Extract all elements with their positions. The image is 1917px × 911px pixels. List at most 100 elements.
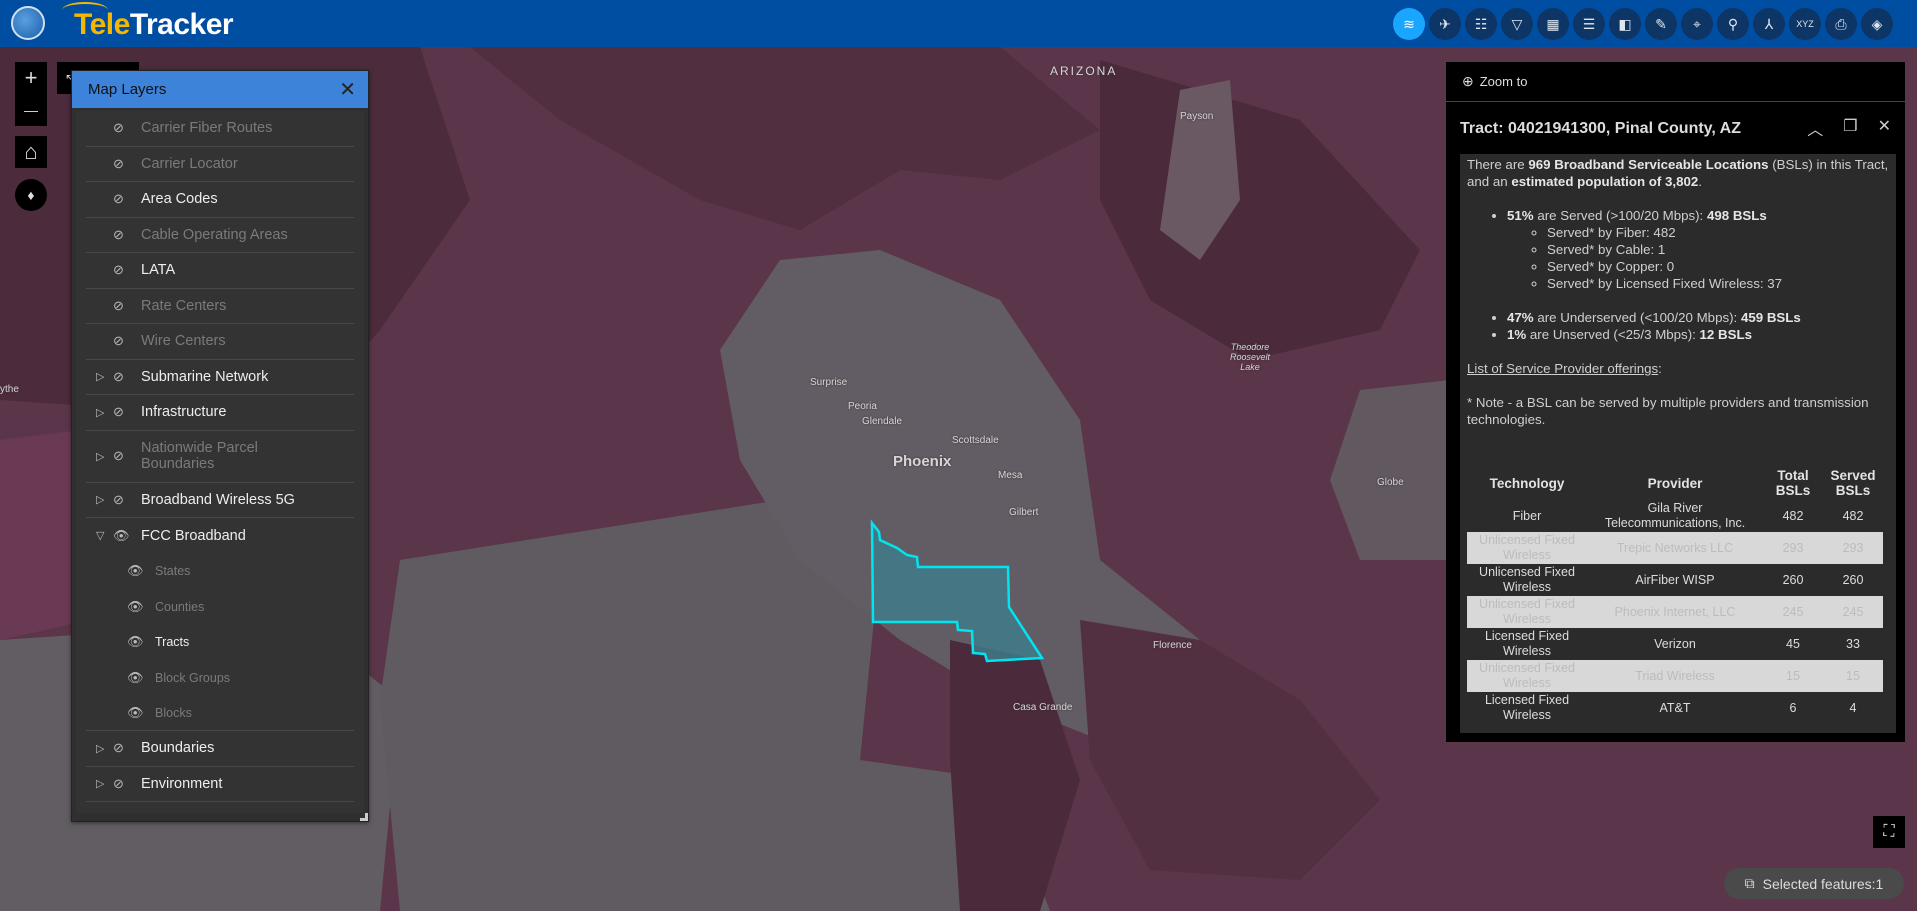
- search-tool-button[interactable]: ⚲: [1717, 8, 1749, 40]
- table-row: Licensed Fixed Wireless Verizon 45 33: [1467, 628, 1883, 660]
- fullscreen-button[interactable]: ⛶: [1873, 816, 1905, 848]
- table-tool-button[interactable]: ▦: [1537, 8, 1569, 40]
- layer-item[interactable]: ⊘ Area Codes: [86, 182, 354, 218]
- print-tool-button[interactable]: ⎙: [1825, 8, 1857, 40]
- column-header: Technology: [1489, 475, 1565, 491]
- layers-tool-button[interactable]: ≋: [1393, 8, 1425, 40]
- zoom-out-button[interactable]: —: [15, 94, 47, 126]
- eye-icon[interactable]: 👁: [127, 670, 155, 686]
- query-tool-button[interactable]: ☷: [1465, 8, 1497, 40]
- layer-item[interactable]: 👁 Tracts: [86, 625, 354, 661]
- eye-icon[interactable]: 👁: [127, 634, 155, 650]
- collapse-triangle-icon[interactable]: ▽: [96, 529, 110, 542]
- compass-button[interactable]: ♦: [15, 179, 47, 211]
- underserved-stat: 47% are Underserved (<100/20 Mbps): 459 …: [1507, 309, 1889, 326]
- coordinate-axes-icon: ⅄: [1764, 15, 1774, 32]
- eye-off-icon[interactable]: ⊘: [113, 262, 141, 278]
- layer-item[interactable]: ⊘ Rate Centers: [86, 289, 354, 324]
- served-by-item: Served* by Fiber: 482: [1547, 224, 1889, 241]
- expand-triangle-icon[interactable]: ▷: [96, 406, 110, 419]
- eye-off-icon[interactable]: ⊘: [113, 369, 141, 385]
- layer-item[interactable]: ⊘ Cable Operating Areas: [86, 218, 354, 253]
- eye-off-icon[interactable]: ⊘: [113, 120, 141, 136]
- table-cell: 33: [1846, 636, 1860, 651]
- eye-off-icon[interactable]: ⊘: [113, 227, 141, 243]
- expand-triangle-icon[interactable]: ▷: [96, 742, 110, 755]
- legend-list-tool-button[interactable]: ☰: [1573, 8, 1605, 40]
- zoom-to-button[interactable]: ⊕ Zoom to: [1446, 62, 1905, 102]
- eye-off-icon[interactable]: ⊘: [113, 156, 141, 172]
- close-icon[interactable]: ✕: [339, 77, 356, 102]
- location-pin-icon: ⌖: [1693, 15, 1701, 32]
- layer-label: LATA: [141, 262, 176, 279]
- layer-item[interactable]: 👁 Counties: [86, 589, 354, 625]
- filter-tool-button[interactable]: ▽: [1501, 8, 1533, 40]
- eye-icon[interactable]: 👁: [127, 705, 155, 721]
- layer-item[interactable]: ▽ 👁 FCC Broadband: [86, 518, 354, 554]
- eye-off-icon[interactable]: ⊘: [113, 740, 141, 756]
- draw-palette-tool-button[interactable]: ✎: [1645, 8, 1677, 40]
- location-pin-tool-button[interactable]: ⌖: [1681, 8, 1713, 40]
- app-logo[interactable]: TeleTracker: [74, 8, 234, 42]
- directions-tool-button[interactable]: ◈: [1861, 8, 1893, 40]
- eye-off-icon[interactable]: ⊘: [113, 492, 141, 508]
- expand-triangle-icon[interactable]: ▷: [96, 493, 110, 506]
- coordinate-axes-tool-button[interactable]: ⅄: [1753, 8, 1785, 40]
- layer-item[interactable]: ▷ ⊘ Submarine Network: [86, 360, 354, 395]
- eye-icon[interactable]: 👁: [113, 528, 141, 544]
- eye-icon[interactable]: 👁: [127, 599, 155, 615]
- collapse-chevron-up-icon[interactable]: ︿: [1807, 116, 1823, 140]
- eye-off-icon[interactable]: ⊘: [113, 191, 141, 207]
- unserved-stat: 1% are Unserved (<25/3 Mbps): 12 BSLs: [1507, 326, 1889, 343]
- layer-item[interactable]: ⊘ Carrier Locator: [86, 147, 354, 182]
- layer-item[interactable]: ⊘ LATA: [86, 253, 354, 289]
- provider-offerings-link[interactable]: List of Service Provider offerings: [1467, 361, 1658, 376]
- layer-item[interactable]: ▷ ⊘ Infrastructure: [86, 395, 354, 431]
- zoom-in-button[interactable]: +: [15, 62, 47, 94]
- eye-off-icon[interactable]: ⊘: [113, 404, 141, 420]
- bookmark-tool-button[interactable]: ◧: [1609, 8, 1641, 40]
- directions-icon: ◈: [1871, 15, 1883, 32]
- eye-off-icon[interactable]: ⊘: [113, 448, 141, 464]
- table-row: Unlicensed Fixed Wireless Trepic Networks…: [1467, 532, 1883, 564]
- layers-icon: ≋: [1403, 15, 1415, 32]
- layer-item[interactable]: 👁 States: [86, 554, 354, 590]
- layer-item[interactable]: ▷ ⊘ Boundaries: [86, 731, 354, 767]
- layer-label: Infrastructure: [141, 404, 227, 421]
- table-cell: 15: [1763, 660, 1823, 692]
- xyz-coordinate-icon: XYZ: [1796, 19, 1814, 29]
- gps-tracking-tool-button[interactable]: ✈: [1429, 8, 1461, 40]
- layer-item[interactable]: 👁 Blocks: [86, 696, 354, 731]
- selected-features-button[interactable]: ⧉ Selected features:1: [1724, 868, 1904, 899]
- layer-list: ⊘ Carrier Fiber Routes ⊘ Carrier Locator ⊘ Ar…: [76, 111, 364, 813]
- eye-off-icon[interactable]: ⊘: [113, 776, 141, 792]
- resize-handle[interactable]: [360, 813, 368, 821]
- map-label-city: Surprise: [810, 377, 848, 388]
- xyz-coordinate-tool-button[interactable]: XYZ: [1789, 8, 1821, 40]
- table-row: Unlicensed Fixed Wireless Phoenix Interne…: [1467, 596, 1883, 628]
- layer-item[interactable]: ⊘ Wire Centers: [86, 324, 354, 360]
- eye-icon[interactable]: 👁: [127, 563, 155, 579]
- legend-list-icon: ☰: [1582, 15, 1596, 32]
- table-cell: Triad Wireless: [1587, 660, 1763, 692]
- layer-item[interactable]: ▷ ⊘ Nationwide Parcel Boundaries: [86, 431, 354, 483]
- layer-item[interactable]: ▷ ⊘ Broadband Wireless 5G: [86, 483, 354, 518]
- layer-item[interactable]: 👁 Block Groups: [86, 660, 354, 696]
- layer-item[interactable]: ▷ ⊘ Environment: [86, 767, 354, 802]
- home-button[interactable]: ⌂: [15, 136, 47, 168]
- close-icon[interactable]: ✕: [1878, 116, 1891, 140]
- map-layers-panel: Map Layers ✕ ⊘ Carrier Fiber Routes ⊘ Carri…: [71, 70, 369, 822]
- layer-label: FCC Broadband: [141, 527, 246, 544]
- table-cell: 45: [1786, 636, 1800, 651]
- app-header: TeleTracker ≋ ✈ ☷ ▽ ▦ ☰ ◧ ✎ ⌖ ⚲ ⅄ XYZ ⎙ ◈: [0, 0, 1917, 47]
- eye-off-icon[interactable]: ⊘: [113, 298, 141, 314]
- dock-icon[interactable]: ❐: [1843, 116, 1857, 140]
- expand-triangle-icon[interactable]: ▷: [96, 777, 110, 790]
- eye-off-icon[interactable]: ⊘: [113, 333, 141, 349]
- column-header: Served BSLs: [1830, 468, 1876, 498]
- expand-triangle-icon[interactable]: ▷: [96, 370, 110, 383]
- map-label-state: ARIZONA: [1050, 64, 1118, 78]
- layer-label: Cable Operating Areas: [141, 226, 288, 243]
- expand-triangle-icon[interactable]: ▷: [96, 450, 110, 463]
- layer-item[interactable]: ⊘ Carrier Fiber Routes: [86, 111, 354, 147]
